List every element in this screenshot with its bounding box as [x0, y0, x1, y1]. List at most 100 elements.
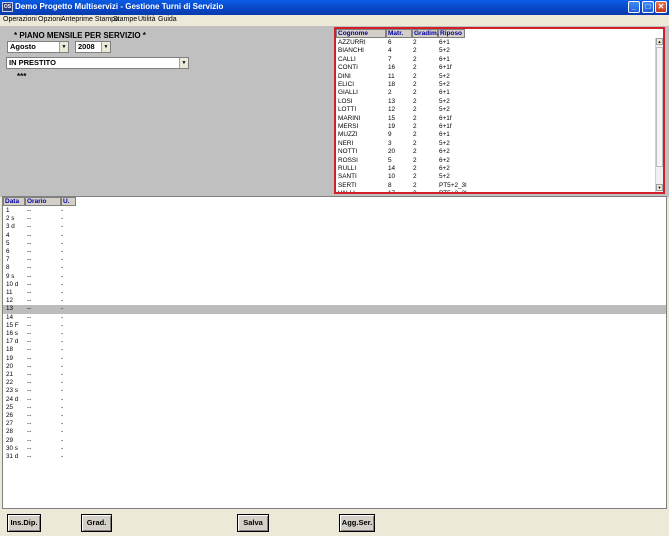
table-row[interactable]: CONTI 16 2 6+1f [336, 64, 656, 72]
table-row[interactable]: 4 -- - [3, 232, 666, 240]
table-row[interactable]: MERSI 19 2 6+1f [336, 123, 656, 131]
table-row[interactable]: 1 -- - [3, 207, 666, 215]
table-row[interactable]: 8 -- - [3, 264, 666, 272]
staff-scrollbar[interactable]: ▲ ▼ [655, 38, 663, 192]
day-date: 14 [6, 313, 14, 321]
day-date: 2 s [6, 215, 15, 223]
table-row[interactable]: GIALLI 2 2 6+1 [336, 89, 656, 97]
maximize-icon[interactable]: □ [642, 1, 654, 13]
col-cognome[interactable]: Cognome [336, 29, 386, 38]
table-row[interactable]: SANTI 10 2 5+2 [336, 173, 656, 181]
table-row[interactable]: AZZURRI 6 2 6+1 [336, 39, 656, 47]
table-row[interactable]: 29 -- - [3, 437, 666, 445]
col-data[interactable]: Data [3, 197, 25, 206]
day-u: - [61, 231, 64, 239]
table-row[interactable]: 28 -- - [3, 428, 666, 436]
staff-riposo: 6+2 [439, 165, 450, 172]
table-row[interactable]: 25 -- - [3, 404, 666, 412]
table-row[interactable]: SERTI 8 2 PT5+2_3l [336, 182, 656, 190]
table-row[interactable]: MARINI 15 2 6+1f [336, 115, 656, 123]
year-value: 2008 [78, 42, 95, 51]
menu-operazioni[interactable]: Operazioni [3, 16, 37, 23]
table-row[interactable]: LOSI 13 2 5+2 [336, 98, 656, 106]
table-row[interactable]: LOTTI 12 2 5+2 [336, 106, 656, 114]
table-row[interactable]: 3 d -- - [3, 223, 666, 231]
service-select[interactable]: IN PRESTITO ▼ [6, 57, 189, 69]
month-select[interactable]: Agosto ▼ [7, 41, 69, 53]
staff-cognome: LOSI [338, 97, 353, 105]
staff-matr: 16 [388, 64, 396, 72]
salva-button[interactable]: Salva [237, 514, 269, 532]
col-matr[interactable]: Matr. [386, 29, 412, 38]
table-row[interactable]: DINI 11 2 5+2 [336, 73, 656, 81]
table-row[interactable]: 13 -- - [3, 305, 666, 314]
grad-button[interactable]: Grad. [81, 514, 112, 532]
table-row[interactable]: NOTTI 20 2 6+2 [336, 148, 656, 156]
table-row[interactable]: CALLI 7 2 6+1 [336, 56, 656, 64]
table-row[interactable]: 2 s -- - [3, 215, 666, 223]
table-row[interactable]: 26 -- - [3, 412, 666, 420]
menu-anteprime-stampa[interactable]: Anteprime Stampa [61, 16, 119, 23]
table-row[interactable]: 18 -- - [3, 346, 666, 354]
col-orario[interactable]: Orario [25, 197, 61, 206]
scroll-up-icon[interactable]: ▲ [656, 38, 663, 45]
minimize-icon[interactable]: _ [628, 1, 640, 13]
day-orario: -- [27, 403, 32, 411]
table-row[interactable]: 11 -- - [3, 289, 666, 297]
menu-utilita[interactable]: Utilità [138, 16, 156, 23]
table-row[interactable]: BIANCHI 4 2 5+2 [336, 47, 656, 55]
table-row[interactable]: 5 -- - [3, 240, 666, 248]
staff-table[interactable]: Cognome Matr. Gradim. Riposo AZZURRI 6 2 6+… [334, 27, 665, 194]
menu-stampe[interactable]: Stampe [113, 16, 137, 23]
table-row[interactable]: 30 s -- - [3, 445, 666, 453]
table-row[interactable]: 7 -- - [3, 256, 666, 264]
table-row[interactable]: 22 -- - [3, 379, 666, 387]
day-orario: -- [27, 289, 32, 296]
scroll-down-icon[interactable]: ▼ [656, 184, 663, 191]
chevron-down-icon[interactable]: ▼ [59, 42, 68, 52]
year-select[interactable]: 2008 ▼ [75, 41, 111, 53]
menu-guida[interactable]: Guida [158, 16, 177, 23]
staff-gradim: 2 [413, 165, 417, 172]
table-row[interactable]: 6 -- - [3, 248, 666, 256]
staff-matr: 17 [388, 190, 396, 194]
chevron-down-icon[interactable]: ▼ [101, 42, 110, 52]
table-row[interactable]: 17 d -- - [3, 338, 666, 346]
table-row[interactable]: 24 d -- - [3, 396, 666, 404]
table-row[interactable]: 27 -- - [3, 420, 666, 428]
table-row[interactable]: ROSSI 5 2 6+2 [336, 157, 656, 165]
table-row[interactable]: 9 s -- - [3, 273, 666, 281]
table-row[interactable]: 19 -- - [3, 355, 666, 363]
col-riposo[interactable]: Riposo [438, 29, 465, 38]
table-row[interactable]: 20 -- - [3, 363, 666, 371]
scroll-thumb[interactable] [656, 47, 663, 167]
menu-opzioni[interactable]: Opzioni [38, 16, 62, 23]
day-grid[interactable]: Data Orario U. 1 -- -2 s -- -3 d -- -4 -- -5 -- -6… [2, 196, 667, 509]
table-row[interactable]: 23 s -- - [3, 387, 666, 395]
table-row[interactable]: 21 -- - [3, 371, 666, 379]
col-gradim[interactable]: Gradim. [412, 29, 439, 38]
table-row[interactable]: 31 d -- - [3, 453, 666, 461]
day-u: - [61, 412, 64, 419]
table-row[interactable]: ELICI 18 2 5+2 [336, 81, 656, 89]
table-row[interactable]: RULLI 14 2 6+2 [336, 165, 656, 173]
day-date: 15 F [6, 321, 19, 329]
agg-ser-button[interactable]: Agg.Ser. [339, 514, 375, 532]
col-u[interactable]: U. [61, 197, 76, 206]
day-date: 6 [6, 248, 10, 255]
day-date: 24 d [6, 395, 19, 403]
staff-matr: 15 [388, 114, 396, 122]
table-row[interactable]: 10 d -- - [3, 281, 666, 289]
table-row[interactable]: MUZZI 9 2 6+1 [336, 131, 656, 139]
table-row[interactable]: 14 -- - [3, 314, 666, 322]
day-date: 28 [6, 428, 14, 436]
table-row[interactable]: VALLI 17 2 PT5+2_3l [336, 190, 656, 194]
table-row[interactable]: NERI 3 2 5+2 [336, 140, 656, 148]
table-row[interactable]: 15 F -- - [3, 322, 666, 330]
close-icon[interactable]: ✕ [655, 1, 667, 13]
ins-dip-button[interactable]: Ins.Dip. [7, 514, 41, 532]
table-row[interactable]: 16 s -- - [3, 330, 666, 338]
chevron-down-icon[interactable]: ▼ [179, 58, 188, 68]
table-row[interactable]: 12 -- - [3, 297, 666, 305]
staff-riposo: 6+1f [439, 64, 452, 72]
